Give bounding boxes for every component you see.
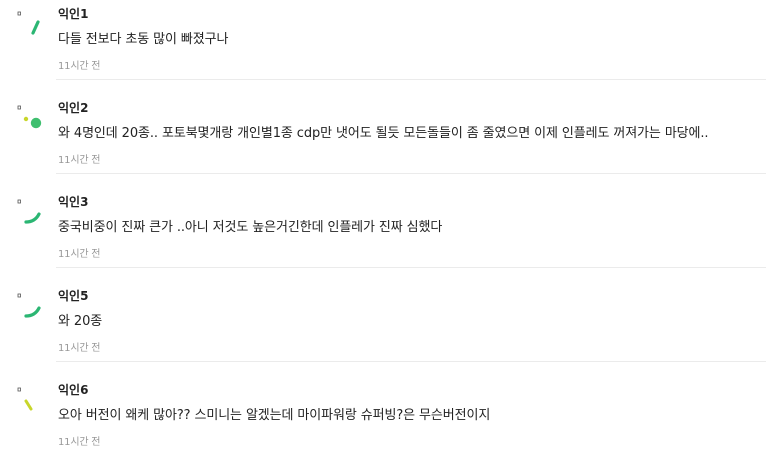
comment-divider: [56, 173, 766, 174]
comment-divider: [56, 79, 766, 80]
comment-list: 익인1 다들 전보다 초동 많이 빠졌구나 11시간 전 익인2 와 4명인데 …: [0, 0, 766, 462]
comment-divider: [56, 267, 766, 268]
comment-time: 11시간 전: [58, 437, 101, 448]
comment-item: 익인5 와 20종 11시간 전: [0, 282, 766, 376]
dot-and-curve-icon[interactable]: [16, 290, 44, 318]
comment-time: 11시간 전: [58, 343, 101, 354]
dot-and-slash-icon[interactable]: [16, 384, 44, 412]
comment-item: 익인3 중국비중이 진짜 큰가 ..아니 저것도 높은거긴한데 인플레가 진짜 …: [0, 188, 766, 282]
comment-time: 11시간 전: [58, 155, 101, 166]
comment-content: 오아 버전이 왜케 많아?? 스미니는 알겠는데 마이파워랑 슈퍼빙?은 무슨버…: [58, 408, 491, 423]
comment-item: 익인2 와 4명인데 20종.. 포토북몇개랑 개인별1종 cdp만 냇어도 될…: [0, 94, 766, 188]
dots-icon[interactable]: [16, 102, 44, 130]
comment-nickname[interactable]: 익인6: [58, 381, 88, 398]
dot-and-slash-icon[interactable]: [16, 8, 44, 36]
dot-and-curve-icon[interactable]: [16, 196, 44, 224]
comment-time: 11시간 전: [58, 61, 101, 72]
comment-item: 익인6 오아 버전이 왜케 많아?? 스미니는 알겠는데 마이파워랑 슈퍼빙?은…: [0, 376, 766, 470]
comment-time: 11시간 전: [58, 249, 101, 260]
comment-nickname[interactable]: 익인3: [58, 193, 88, 210]
comment-content: 다들 전보다 초동 많이 빠졌구나: [58, 32, 229, 47]
comment-nickname[interactable]: 익인1: [58, 5, 88, 22]
comment-divider: [56, 361, 766, 362]
comment-content: 중국비중이 진짜 큰가 ..아니 저것도 높은거긴한데 인플레가 진짜 심했다: [58, 220, 443, 235]
comment-content: 와 4명인데 20종.. 포토북몇개랑 개인별1종 cdp만 냇어도 될듯 모든…: [58, 126, 709, 141]
comment-nickname[interactable]: 익인2: [58, 99, 88, 116]
comment-nickname[interactable]: 익인5: [58, 287, 88, 304]
comment-content: 와 20종: [58, 314, 103, 329]
comment-item: 익인1 다들 전보다 초동 많이 빠졌구나 11시간 전: [0, 0, 766, 94]
